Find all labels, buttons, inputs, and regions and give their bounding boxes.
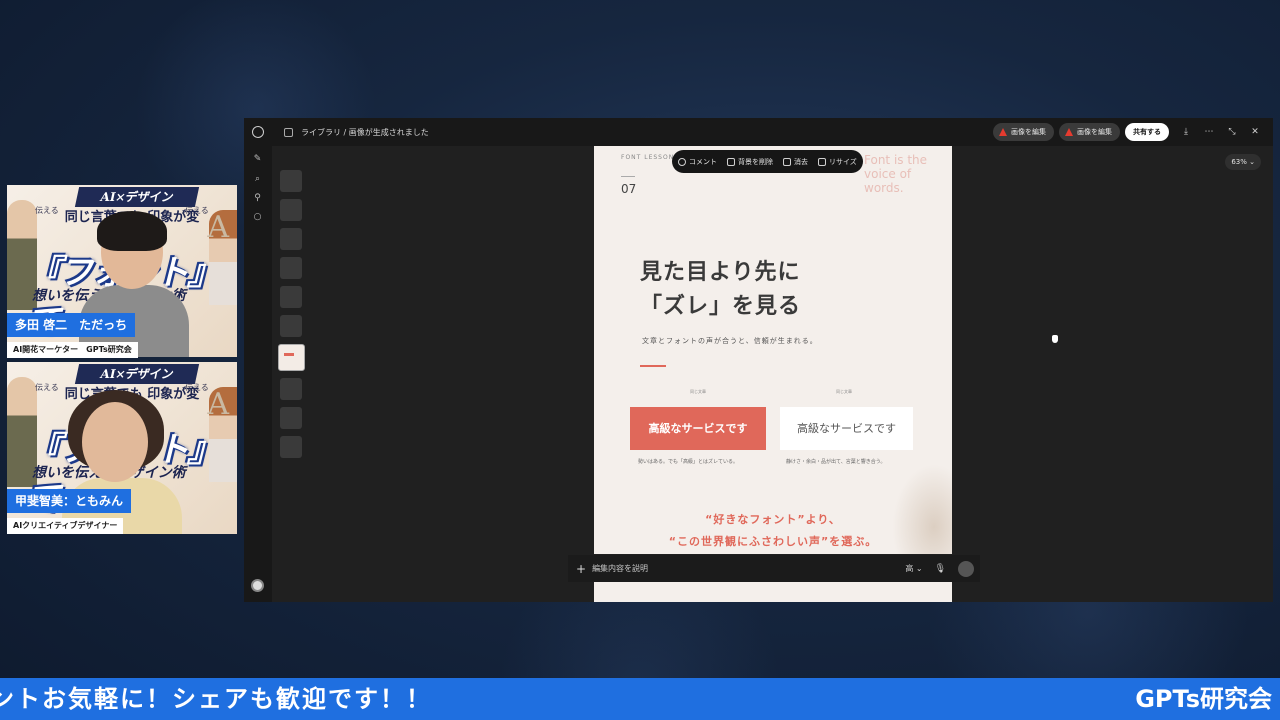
avatar[interactable]	[251, 579, 264, 592]
breadcrumb[interactable]: ライブラリ / 画像が生成されました	[301, 127, 429, 138]
edit-image-label: 画像を編集	[1011, 128, 1046, 136]
mic-icon[interactable]: 🎙	[935, 564, 946, 574]
more-icon[interactable]: ⋯	[1204, 127, 1214, 137]
thumbnail-active[interactable]	[278, 344, 305, 371]
accent-rule	[640, 365, 666, 367]
prompt-bar: + 編集内容を説明 高 ⌄ 🎙	[568, 555, 980, 582]
floating-toolbar: コメント 背景を削除 消去 リサイズ	[672, 150, 863, 173]
side-words-left: 伝える	[35, 206, 59, 215]
comment-button[interactable]: コメント	[678, 157, 717, 167]
resize-button[interactable]: リサイズ	[818, 157, 857, 167]
image-heading: 見た目より先に 「ズレ」を見る	[640, 256, 801, 324]
eraser-icon	[783, 157, 791, 166]
banner-title: AI×デザイン	[74, 364, 200, 384]
circle-icon[interactable]: ○	[252, 212, 263, 223]
plus-icon[interactable]: +	[576, 562, 586, 576]
resize-icon	[818, 157, 826, 166]
zoom-level: 63%	[1231, 158, 1247, 166]
comment-icon	[678, 157, 686, 166]
generated-image-next[interactable]	[594, 582, 952, 602]
name-tag-2: 甲斐智美：ともみん	[7, 489, 132, 513]
note-left: 勢いはある。でも「高級」とはズレている。	[638, 459, 739, 465]
collapse-icon[interactable]: ⤡	[1227, 127, 1237, 137]
remove-background-label: 背景を削除	[738, 157, 773, 166]
thumbnail[interactable]	[280, 257, 302, 279]
send-button[interactable]	[958, 560, 974, 577]
ticker-brand: GPTs研究会	[1135, 685, 1272, 713]
caption-left: 同じ文章	[690, 389, 706, 394]
side-words-left: 伝える	[35, 383, 59, 392]
thumbnail[interactable]	[280, 315, 302, 337]
divider	[621, 176, 635, 177]
decor-letter: A	[207, 387, 229, 422]
app-window: ライブラリ / 画像が生成されました 画像を編集 画像を編集 共有する ⤓ ⋯ …	[244, 118, 1273, 602]
caption-right: 同じ文章	[836, 389, 852, 394]
thumbnail[interactable]	[280, 170, 302, 192]
remove-background-button[interactable]: 背景を削除	[727, 157, 773, 167]
ticker-text: ントお気軽に！シェアも歓迎です！！	[0, 685, 432, 713]
chevron-down-icon: ⌄	[1249, 158, 1255, 166]
role-tag-1: AI開花マーケター GPTs研究会	[7, 342, 138, 358]
quality-select[interactable]: 高 ⌄	[905, 563, 922, 574]
voice-text: Font is the voice of words.	[864, 153, 928, 195]
library-icon	[284, 127, 293, 137]
hand-cursor-icon	[1052, 335, 1058, 343]
download-icon[interactable]: ⤓	[1181, 127, 1191, 137]
sample-box-white: 高級なサービスです	[780, 407, 913, 450]
generated-image[interactable]: FONT LESSON 07 Font is the voice of word…	[594, 146, 952, 554]
zoom-control[interactable]: 63% ⌄	[1225, 154, 1261, 170]
erase-label: 消去	[794, 157, 808, 166]
thumbnail[interactable]	[280, 378, 302, 400]
image-icon	[727, 157, 735, 166]
edit-image-label: 画像を編集	[1077, 128, 1112, 136]
note-right: 静けさ・余白・品が出て、言葉と響き合う。	[786, 459, 886, 465]
thumbnail[interactable]	[280, 407, 302, 429]
chevron-down-icon: ⌄	[913, 564, 923, 573]
pin-icon[interactable]: ⚲	[252, 193, 263, 204]
decor-letter: A	[207, 210, 229, 245]
edit-icon	[999, 128, 1007, 136]
comment-label: コメント	[689, 157, 717, 166]
bottom-ticker: ントお気軽に！シェアも歓迎です！！ GPTs研究会	[0, 678, 1280, 720]
heading-line-2: 「ズレ」を見る	[640, 294, 802, 319]
resize-label: リサイズ	[829, 157, 857, 166]
edit-image-button-2[interactable]: 画像を編集	[1059, 123, 1120, 141]
role-tag-2: AIクリエイティブデザイナー	[7, 518, 124, 534]
image-subline: 文章とフォントの声が合うと、信頼が生まれる。	[642, 337, 818, 345]
prompt-input[interactable]: 編集内容を説明	[592, 563, 905, 574]
banner-title: AI×デザイン	[74, 187, 200, 207]
name-tag-1: 多田 啓二 ただっち	[7, 313, 136, 337]
top-bar: ライブラリ / 画像が生成されました 画像を編集 画像を編集 共有する ⤓ ⋯ …	[244, 118, 1273, 146]
close-icon[interactable]: ✕	[1250, 127, 1260, 137]
leaf-decoration	[892, 464, 952, 554]
sample-box-red: 高級なサービスです	[630, 407, 766, 450]
edit-icon	[1065, 128, 1073, 136]
thumbnail-strip	[278, 170, 306, 465]
thumbnail[interactable]	[280, 436, 302, 458]
new-chat-icon[interactable]: ✎	[252, 154, 263, 165]
share-button[interactable]: 共有する	[1125, 123, 1169, 141]
heading-line-1: 見た目より先に	[640, 260, 801, 285]
edit-image-button-1[interactable]: 画像を編集	[993, 123, 1054, 141]
left-rail: ✎ ⌕ ⚲ ○	[244, 146, 272, 602]
thumbnail[interactable]	[280, 199, 302, 221]
thumbnail[interactable]	[280, 286, 302, 308]
lesson-number: 07	[621, 182, 637, 196]
thumbnail[interactable]	[280, 228, 302, 250]
erase-button[interactable]: 消去	[783, 157, 808, 167]
image-label: FONT LESSON	[621, 154, 675, 161]
search-icon[interactable]: ⌕	[252, 174, 263, 185]
app-logo-icon[interactable]	[252, 126, 264, 138]
